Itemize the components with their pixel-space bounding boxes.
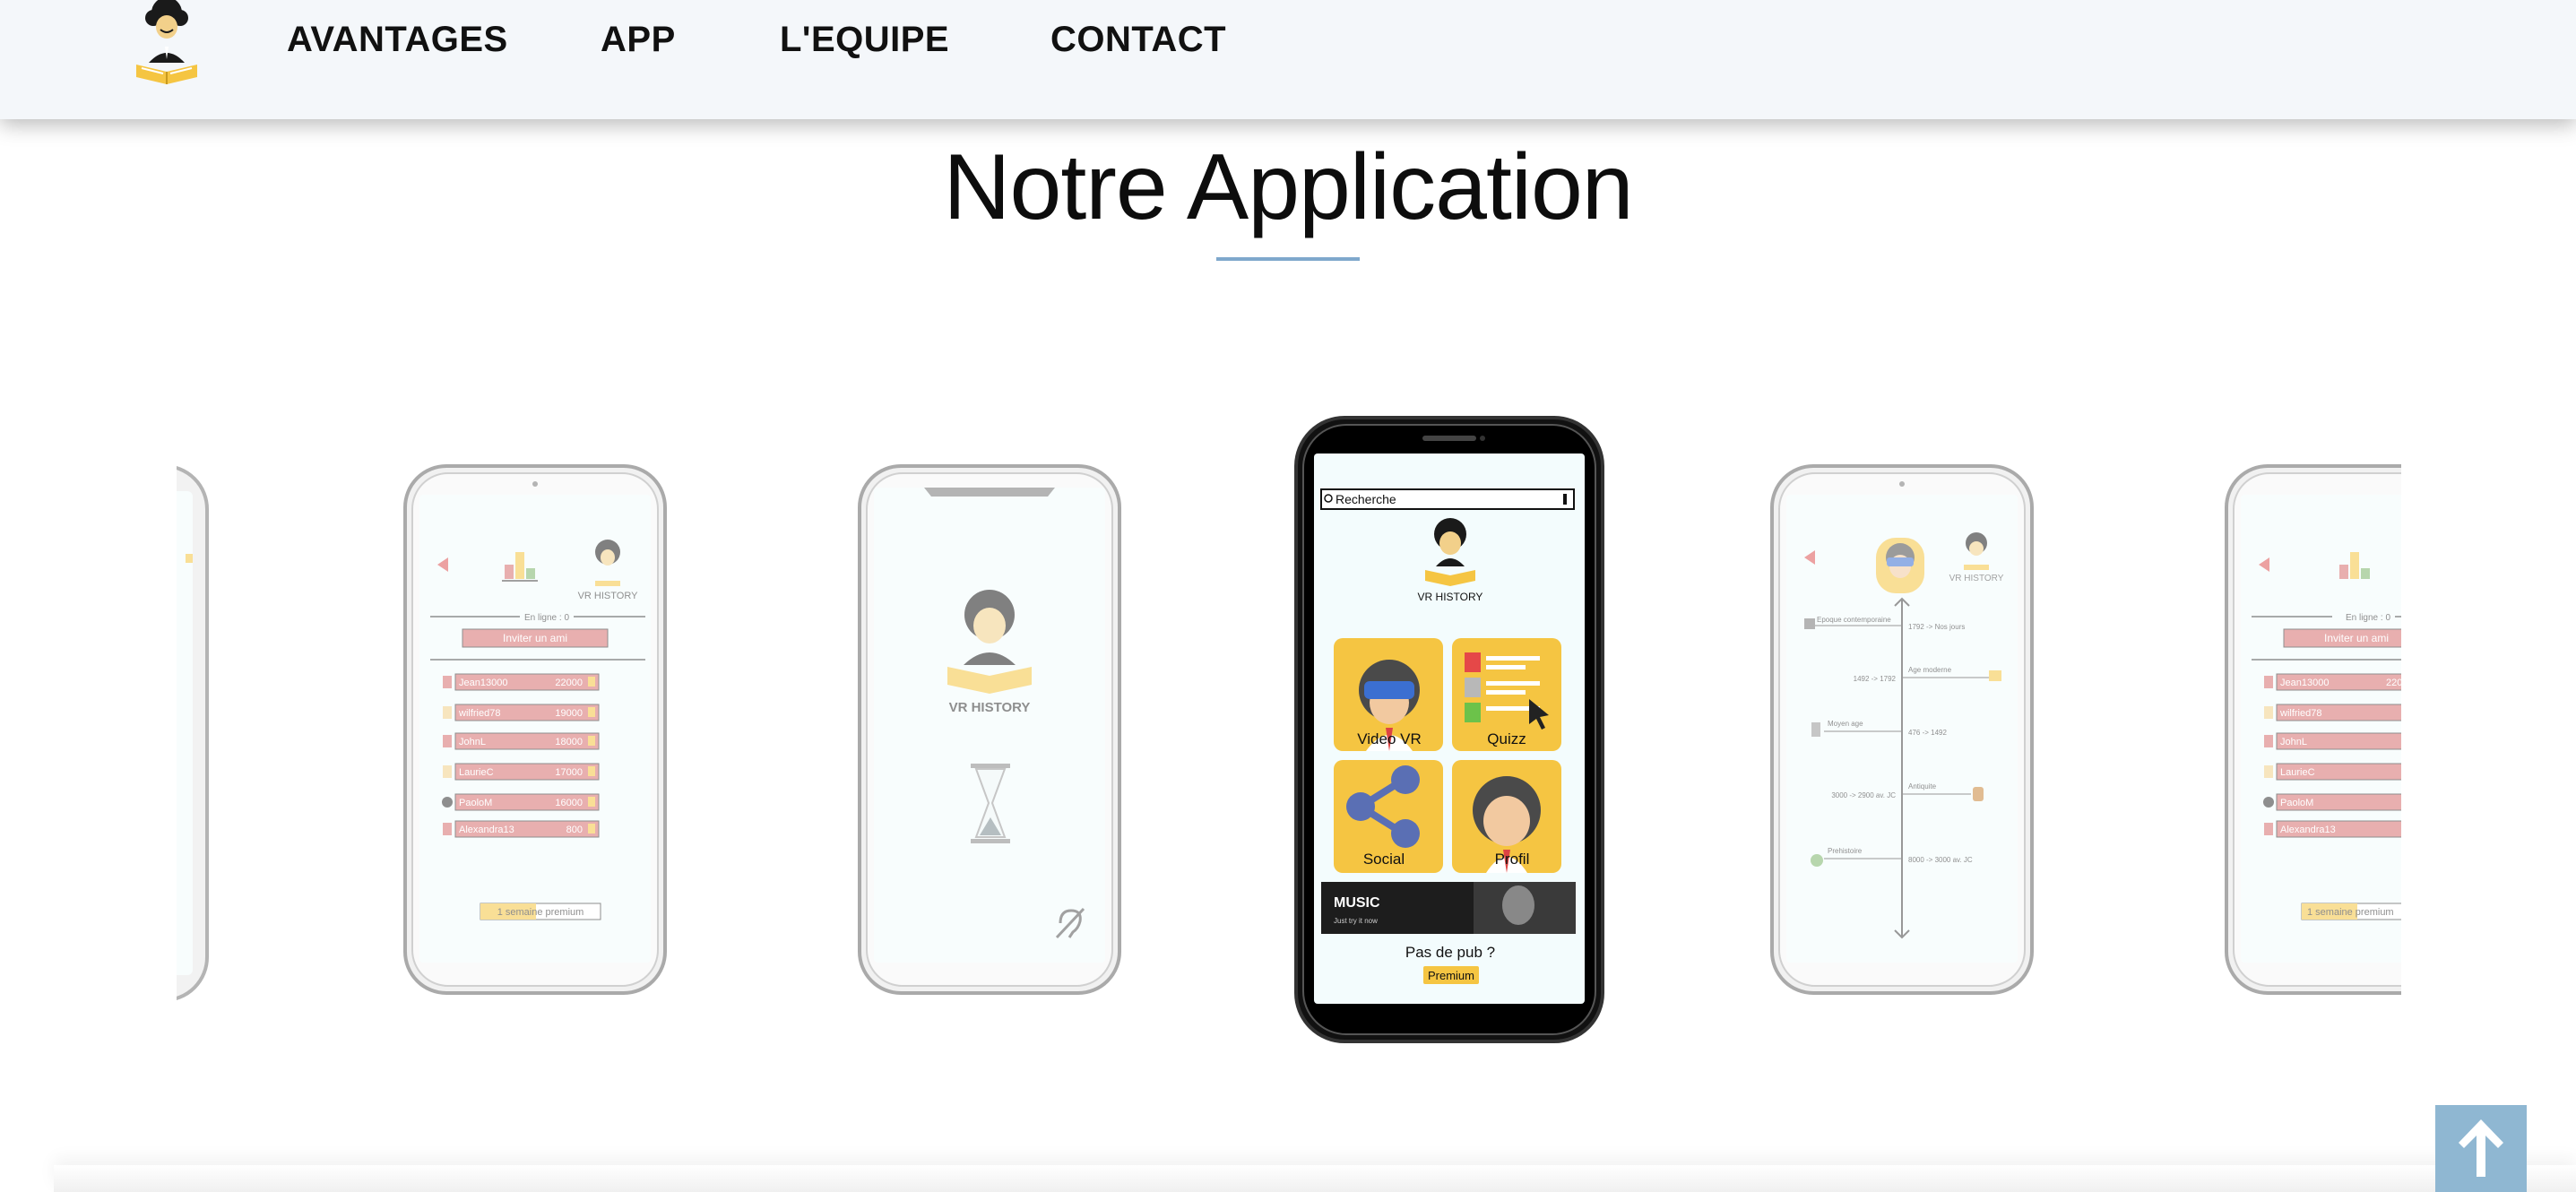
tile-social[interactable]: Social — [1334, 760, 1443, 873]
title-underline — [1216, 257, 1360, 261]
svg-text:16000: 16000 — [555, 798, 583, 808]
svg-text:Jean13000: Jean13000 — [459, 678, 507, 688]
microphone-icon[interactable] — [1563, 494, 1567, 505]
tile-video-vr-label: Video VR — [1357, 730, 1422, 747]
svg-text:19000: 19000 — [555, 708, 583, 719]
svg-text:wilfried78: wilfried78 — [458, 708, 500, 719]
next-section-edge — [54, 1165, 2576, 1192]
svg-text:1 semaine premium: 1 semaine premium — [2307, 907, 2394, 918]
svg-text:JohnL: JohnL — [459, 737, 486, 747]
nav-link-app[interactable]: APP — [601, 20, 676, 60]
carousel-slide-timeline[interactable]: VR HISTORY Epoque contemporaine 1792 -> … — [1770, 464, 2034, 995]
svg-text:Epoque contemporaine: Epoque contemporaine — [1817, 616, 1891, 624]
svg-text:VR HISTORY: VR HISTORY — [578, 591, 638, 601]
svg-text:1492 -> 1792: 1492 -> 1792 — [1854, 675, 1897, 683]
leaderboard-premium[interactable]: 1 semaine premium — [497, 907, 584, 918]
nav-link-equipe[interactable]: L'EQUIPE — [780, 20, 949, 60]
svg-text:LaurieC: LaurieC — [2280, 767, 2315, 778]
svg-text:800: 800 — [566, 825, 583, 835]
carousel-slide-splash[interactable]: VR HISTORY — [858, 464, 1121, 995]
tile-social-label: Social — [1363, 851, 1405, 868]
svg-text:Alexandra13: Alexandra13 — [2280, 825, 2336, 835]
svg-text:22000: 22000 — [2386, 678, 2401, 688]
svg-text:Premium: Premium — [1428, 969, 1474, 982]
svg-text:1792 -> Nos jours: 1792 -> Nos jours — [1908, 623, 1965, 631]
carousel-slide-partial-left[interactable] — [177, 464, 209, 1002]
carousel-slide-leaderboard[interactable]: VR HISTORY En ligne : 0 Inviter un ami J… — [403, 464, 667, 995]
premium-button[interactable]: Premium — [1423, 966, 1479, 984]
timeline-brand: VR HISTORY — [1949, 574, 2004, 583]
svg-text:Alexandra13: Alexandra13 — [459, 825, 514, 835]
nav-link-avantages[interactable]: AVANTAGES — [287, 20, 508, 60]
svg-text:3000 -> 2900 av. JC: 3000 -> 2900 av. JC — [1831, 791, 1896, 799]
svg-text:Age moderne: Age moderne — [1908, 666, 1952, 674]
svg-text:LaurieC: LaurieC — [459, 767, 494, 778]
carousel-slide-home[interactable]: Recherche VR HISTORY Video VR Quizz Soci… — [1294, 416, 1604, 1043]
tile-quizz-label: Quizz — [1487, 730, 1526, 747]
app-carousel[interactable]: VR HISTORY En ligne : 0 Inviter un ami J… — [177, 394, 2401, 1075]
svg-text:8000 -> 3000 av. JC: 8000 -> 3000 av. JC — [1908, 856, 1973, 864]
ad-title: MUSIC — [1334, 895, 1380, 911]
ad-banner[interactable]: MUSIC Just try it now — [1321, 882, 1576, 934]
section-title: Notre Application — [943, 135, 1633, 239]
scroll-top-button[interactable] — [2435, 1105, 2527, 1192]
svg-text:Jean13000: Jean13000 — [2280, 678, 2329, 688]
svg-text:22000: 22000 — [555, 678, 583, 688]
svg-text:PaoloM: PaoloM — [2280, 798, 2313, 808]
home-search-input[interactable]: Recherche — [1336, 492, 1396, 506]
tile-profil[interactable]: Profil — [1452, 760, 1561, 873]
no-ads-text: Pas de pub ? — [1405, 944, 1495, 961]
brand-logo-icon[interactable] — [131, 0, 203, 86]
leaderboard-online: En ligne : 0 — [524, 613, 569, 623]
svg-text:18000: 18000 — [555, 737, 583, 747]
svg-text:Prehistoire: Prehistoire — [1828, 847, 1863, 855]
home-brand: VR HISTORY — [1418, 591, 1483, 603]
svg-text:Inviter un ami: Inviter un ami — [2324, 632, 2389, 644]
leaderboard-invite[interactable]: Inviter un ami — [503, 632, 567, 644]
splash-brand: VR HISTORY — [949, 700, 1031, 715]
page: AVANTAGES APP L'EQUIPE CONTACT Notre App… — [0, 0, 2576, 1192]
nav-link-contact[interactable]: CONTACT — [1050, 20, 1226, 60]
svg-text:JohnL: JohnL — [2280, 737, 2307, 747]
tile-video-vr[interactable]: Video VR — [1334, 638, 1443, 751]
svg-text:17000: 17000 — [555, 767, 583, 778]
svg-text:PaoloM: PaoloM — [459, 798, 492, 808]
svg-text:476 -> 1492: 476 -> 1492 — [1908, 729, 1947, 737]
carousel-slide-partial-right[interactable]: En ligne : 0 Inviter un ami Jean13000 22… — [2225, 464, 2401, 995]
navbar: AVANTAGES APP L'EQUIPE CONTACT — [0, 0, 2576, 119]
svg-text:wilfried78: wilfried78 — [2279, 708, 2321, 719]
arrow-up-icon — [2459, 1119, 2503, 1177]
svg-text:En ligne : 0: En ligne : 0 — [2346, 613, 2390, 623]
ad-subtitle: Just try it now — [1334, 917, 1378, 925]
svg-text:Moyen age: Moyen age — [1828, 720, 1863, 728]
tile-profil-label: Profil — [1495, 851, 1530, 868]
tile-quizz[interactable]: Quizz — [1452, 638, 1561, 751]
svg-text:Antiquite: Antiquite — [1908, 782, 1937, 790]
